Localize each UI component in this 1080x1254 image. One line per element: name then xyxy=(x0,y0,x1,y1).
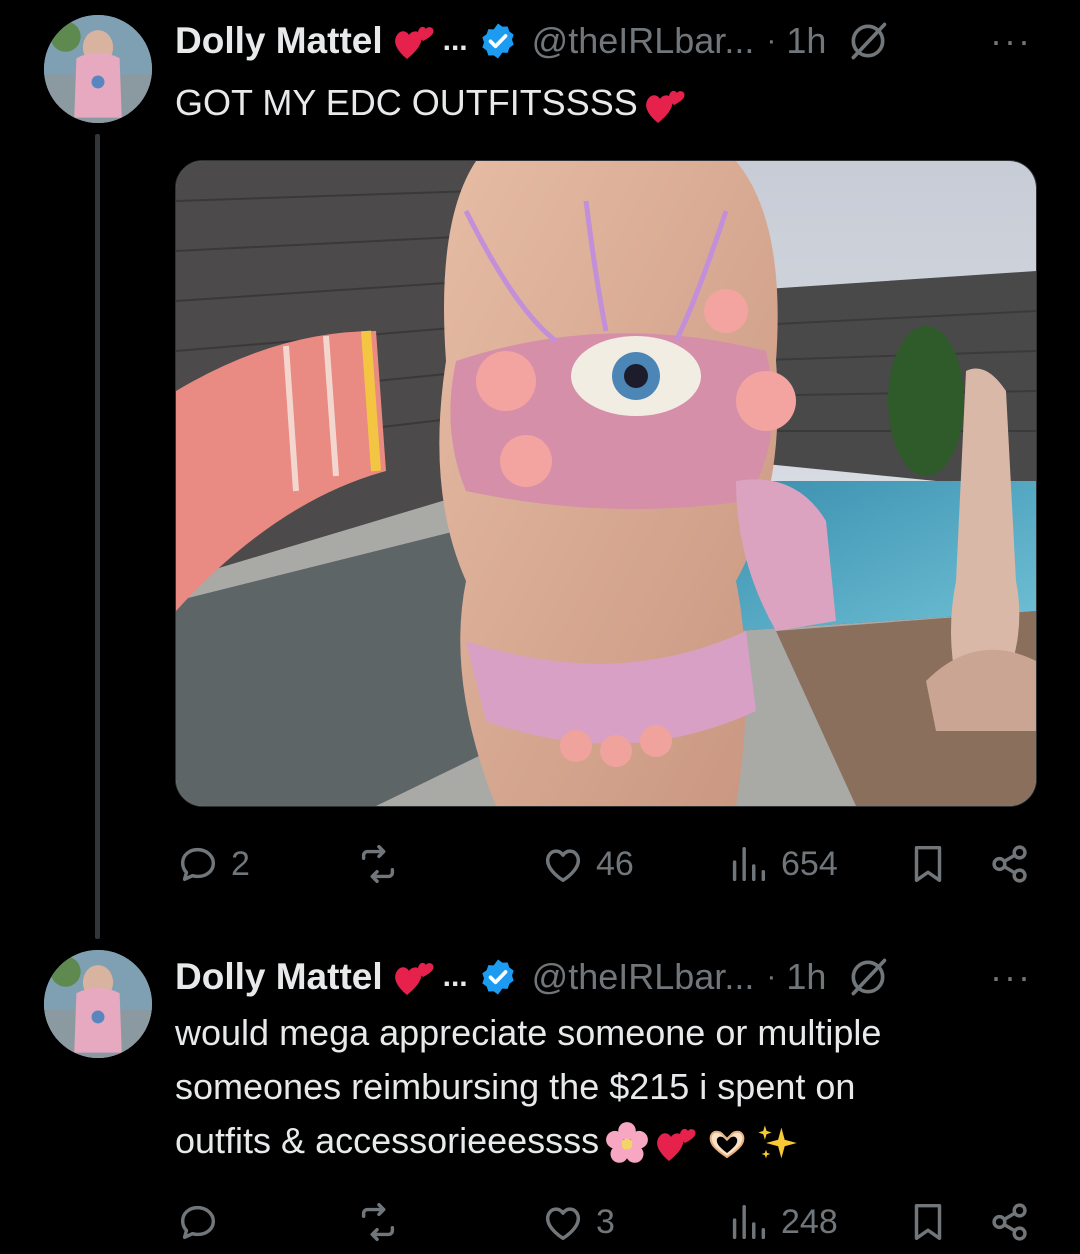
tweet-text-line: outfits & accessorieeessss xyxy=(175,1120,600,1161)
more-icon[interactable]: ··· xyxy=(990,20,1032,62)
like-count: 46 xyxy=(596,844,634,883)
views-icon xyxy=(732,846,766,882)
tweet-photo[interactable] xyxy=(175,160,1037,807)
author-handle[interactable]: @theIRLbar... xyxy=(532,20,755,62)
bookmark-button[interactable] xyxy=(905,834,951,894)
like-button[interactable]: 3 xyxy=(540,1192,615,1252)
tweet-1[interactable]: Dolly Mattel ... @theIRLbar... · 1h ··· … xyxy=(0,0,1080,940)
two-hearts-icon xyxy=(657,1129,696,1162)
retweet-button[interactable] xyxy=(355,834,411,894)
heart-hands-icon xyxy=(709,1131,745,1159)
views-count: 654 xyxy=(781,844,838,883)
like-icon xyxy=(545,1207,581,1241)
author-name[interactable]: Dolly Mattel xyxy=(175,956,383,998)
two-hearts-icon xyxy=(645,91,685,124)
cherry-blossom-icon xyxy=(606,1122,649,1164)
tweet-text-line-last: outfits & accessorieeessss xyxy=(175,1114,881,1168)
grok-icon[interactable] xyxy=(846,955,890,999)
views-count: 248 xyxy=(781,1202,838,1241)
retweet-icon xyxy=(361,1203,395,1241)
avatar-photo xyxy=(44,15,152,123)
reply-icon xyxy=(180,847,216,882)
like-count: 3 xyxy=(596,1202,615,1241)
thread-connector xyxy=(95,134,100,939)
name-ellipsis: ... xyxy=(442,24,468,57)
bookmark-icon xyxy=(914,1203,942,1241)
sparkles-icon xyxy=(758,1125,797,1159)
avatar-photo xyxy=(44,950,152,1058)
tweet-text: GOT MY EDC OUTFITSSSS xyxy=(175,76,688,130)
like-icon xyxy=(545,849,581,883)
tweet-text-line: would mega appreciate someone or multipl… xyxy=(175,1012,882,1053)
photo-content xyxy=(176,161,1036,806)
share-icon xyxy=(992,1203,1027,1241)
verified-badge-icon[interactable] xyxy=(478,957,518,997)
bookmark-icon xyxy=(914,845,942,883)
grok-icon[interactable] xyxy=(846,19,890,63)
share-icon xyxy=(992,845,1027,883)
separator: · xyxy=(766,24,777,57)
verified-badge-icon[interactable] xyxy=(478,21,518,61)
tweet-header: Dolly Mattel ... @theIRLbar... · 1h xyxy=(175,952,890,1002)
reply-icon xyxy=(180,1205,216,1240)
two-hearts-icon xyxy=(394,962,434,995)
author-handle[interactable]: @theIRLbar... xyxy=(532,956,755,998)
tweet-text: would mega appreciate someone or multipl… xyxy=(175,1006,881,1168)
share-button[interactable] xyxy=(987,834,1033,894)
views-button[interactable]: 654 xyxy=(725,834,838,894)
timestamp[interactable]: 1h xyxy=(786,20,826,62)
like-button[interactable]: 46 xyxy=(540,834,634,894)
two-hearts-icon xyxy=(394,26,434,59)
tweet-text-line: someones reimbursing the $215 i spent on xyxy=(175,1066,856,1107)
tweet-2[interactable]: Dolly Mattel ... @theIRLbar... · 1h ··· … xyxy=(0,940,1080,1254)
bookmark-button[interactable] xyxy=(905,1192,951,1252)
avatar[interactable] xyxy=(44,15,152,123)
tweet-actions: 2 46 654 xyxy=(175,834,1035,894)
share-button[interactable] xyxy=(987,1192,1033,1252)
tweet-text-content: GOT MY EDC OUTFITSSSS xyxy=(175,82,638,123)
tweet-header: Dolly Mattel ... @theIRLbar... · 1h xyxy=(175,16,890,66)
name-ellipsis: ... xyxy=(442,960,468,993)
more-icon[interactable]: ··· xyxy=(990,956,1032,998)
avatar[interactable] xyxy=(44,950,152,1058)
views-icon xyxy=(732,1204,766,1240)
views-button[interactable]: 248 xyxy=(725,1192,838,1252)
retweet-button[interactable] xyxy=(355,1192,411,1252)
reply-button[interactable]: 2 xyxy=(175,834,250,894)
retweet-icon xyxy=(361,845,395,883)
reply-button[interactable] xyxy=(175,1192,231,1252)
tweet-actions: 3 248 xyxy=(175,1192,1035,1252)
author-name[interactable]: Dolly Mattel xyxy=(175,20,383,62)
timestamp[interactable]: 1h xyxy=(786,956,826,998)
reply-count: 2 xyxy=(231,844,250,883)
separator: · xyxy=(766,960,777,993)
